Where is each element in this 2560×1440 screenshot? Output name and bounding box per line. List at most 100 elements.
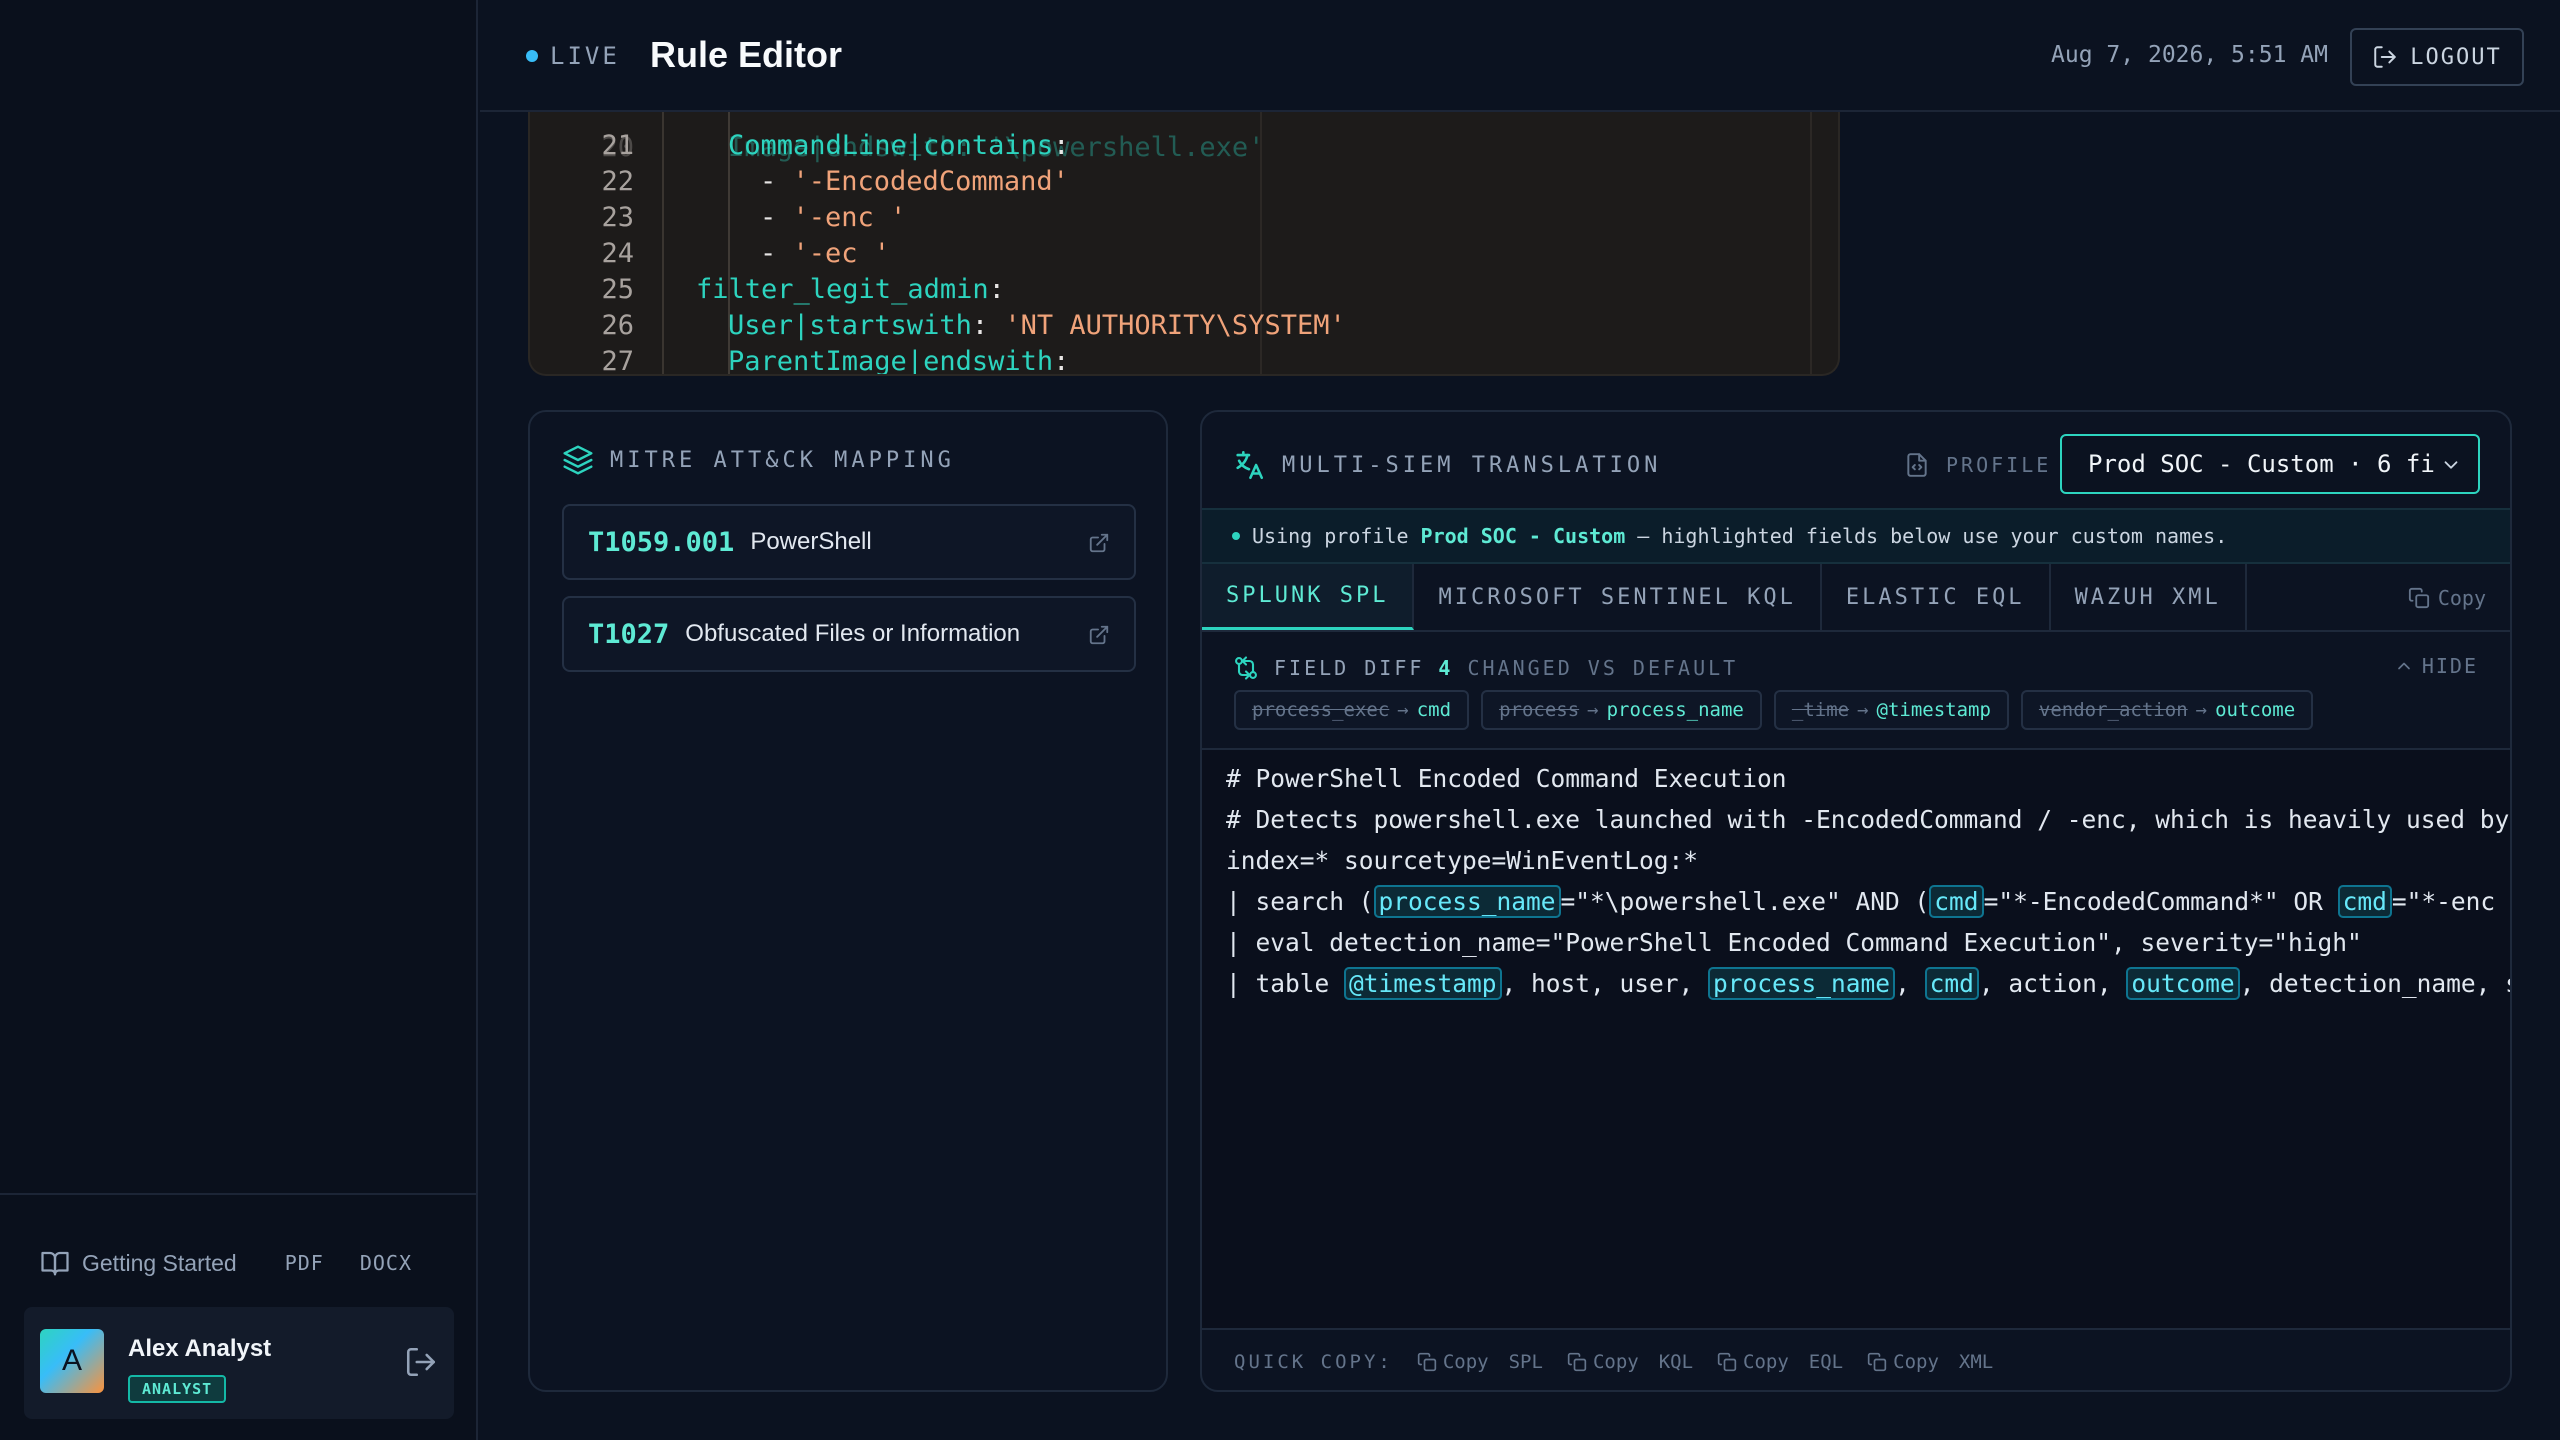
field-diff-chips: process_exec → cmd process → process_name _tim… (1234, 690, 2314, 730)
pdf-link[interactable]: PDF (285, 1251, 324, 1275)
copy-label: Copy (2437, 586, 2486, 610)
quick-copy-button[interactable]: Copy (1867, 1351, 1939, 1373)
quick-copy-format: KQL (1658, 1351, 1694, 1373)
chip-default-field: _time (1791, 699, 1850, 721)
logout-icon[interactable] (404, 1345, 438, 1379)
copy-icon (1717, 1352, 1737, 1372)
code-line: 24 - '-ec ' (530, 236, 1838, 272)
query-text: ="*\powershell.exe" AND ( (1560, 887, 1930, 916)
siem-header: MULTI-SIEM TRANSLATION (1232, 448, 1661, 482)
docx-link[interactable]: DOCX (360, 1251, 412, 1275)
line-number: 25 (601, 274, 634, 305)
code-line: 21 CommandLine|contains: (530, 128, 1838, 164)
code-text: User|startswith: 'NT AUTHORITY\SYSTEM' (728, 310, 1346, 341)
code-line: 23 - '-enc ' (530, 200, 1838, 236)
query-text: | eval detection_name="PowerShell Encode… (1226, 928, 2362, 957)
query-text: , host, user, (1501, 969, 1709, 998)
translate-icon (1232, 448, 1266, 482)
chip-default-field: process (1499, 699, 1580, 721)
tab-sentinel-kql[interactable]: MICROSOFT SENTINEL KQL (1414, 564, 1822, 630)
logout-button[interactable]: LOGOUT (2350, 28, 2524, 86)
chip-custom-field: outcome (2215, 699, 2296, 721)
diff-icon (1232, 654, 1260, 682)
mitre-panel: MITRE ATT&CK MAPPING T1059.001 PowerShel… (528, 410, 1168, 1392)
query-line: | table @timestamp, host, user, process_… (1226, 963, 2510, 1004)
chip-default-field: vendor_action (2038, 699, 2188, 721)
field-diff-chip: _time → @timestamp (1773, 690, 2009, 730)
code-editor[interactable]: 20 Image|endswith: '\powershell.exe' 21 Co… (528, 112, 1840, 376)
line-number: 26 (601, 310, 634, 341)
profile-select[interactable]: Prod SOC - Custom · 6 fi (2060, 434, 2480, 494)
sidebar: Getting Started PDF DOCX A Alex Analyst … (0, 0, 478, 1440)
highlighted-field: outcome (2126, 967, 2240, 1000)
quick-copy-label: Copy (1743, 1351, 1789, 1373)
query-line: index=* sourcetype=WinEventLog:* (1226, 840, 1698, 881)
code-text: - '-ec ' (760, 238, 891, 269)
getting-started-link[interactable]: Getting Started (40, 1248, 237, 1278)
query-text: ="*-EncodedCommand*" OR (1983, 887, 2338, 916)
copy-icon (1417, 1352, 1437, 1372)
book-icon (40, 1248, 70, 1278)
external-link-icon[interactable] (1088, 624, 1110, 646)
quick-copy-label: Copy (1592, 1351, 1639, 1373)
avatar: A (40, 1329, 104, 1393)
file-code-icon (1904, 452, 1930, 478)
chip-custom-field: process_name (1606, 699, 1744, 721)
quick-copy-format: SPL (1508, 1351, 1543, 1373)
copy-icon (1567, 1352, 1587, 1372)
query-line: # Detects powershell.exe launched with -… (1226, 799, 2510, 840)
sidebar-footer: Getting Started PDF DOCX A Alex Analyst … (0, 1193, 476, 1440)
technique-card[interactable]: T1059.001 PowerShell (562, 504, 1136, 580)
code-line: 25 filter_legit_admin: (530, 272, 1838, 308)
chip-default-field: process_exec (1252, 699, 1390, 721)
line-number: 24 (601, 238, 634, 269)
footer-links: Getting Started PDF DOCX (40, 1243, 412, 1283)
code-text: - '-EncodedCommand' (760, 166, 1069, 197)
line-number: 27 (601, 346, 634, 376)
highlighted-field: cmd (1924, 967, 1979, 1000)
profile-notice: Using profile Prod SOC - Custom — highli… (1202, 508, 2510, 564)
query-line: | search (process_name ="*\powershell.exe… (1226, 881, 2510, 922)
technique-id: T1027 (588, 618, 670, 650)
layers-icon (562, 444, 594, 476)
notice-profile: Prod SOC - Custom (1420, 524, 1626, 548)
copy-icon (1867, 1352, 1887, 1372)
field-diff-label: FIELD DIFF (1274, 656, 1425, 680)
timestamp: Aug 7, 2026, 5:51 AM (2051, 42, 2328, 68)
chip-custom-field: @timestamp (1876, 699, 1991, 721)
tab-wazuh-xml[interactable]: WAZUH XML (2051, 564, 2247, 630)
technique-card[interactable]: T1027 Obfuscated Files or Information (562, 596, 1136, 672)
arrow-right-icon: → (1857, 699, 1869, 721)
quick-copy-label: Copy (1893, 1351, 1939, 1373)
chip-custom-field: cmd (1416, 699, 1452, 721)
quick-copy-button[interactable]: Copy (1417, 1351, 1489, 1373)
role-badge: ANALYST (128, 1375, 227, 1403)
code-text: ParentImage|endswith: (728, 346, 1070, 376)
mitre-header: MITRE ATT&CK MAPPING (562, 444, 955, 476)
quick-copy-button[interactable]: Copy (1567, 1351, 1639, 1373)
query-text: ="*-enc * (2391, 887, 2510, 916)
query-text: | search ( (1226, 887, 1374, 916)
highlighted-field: cmd (1929, 885, 1984, 918)
highlighted-field: process_name (1708, 967, 1896, 1000)
external-link-icon[interactable] (1088, 532, 1110, 554)
live-dot (526, 50, 538, 62)
chevron-up-icon (2394, 656, 2414, 676)
notice-dot (1232, 532, 1240, 540)
tab-splunk-spl[interactable]: SPLUNK SPL (1202, 564, 1415, 630)
query-line: | eval detection_name="PowerShell Encode… (1226, 922, 2362, 963)
field-diff-chip: process → process_name (1481, 690, 1762, 730)
quick-copy-button[interactable]: Copy (1717, 1351, 1789, 1373)
query-output[interactable]: # PowerShell Encoded Command Execution # … (1202, 750, 2510, 1328)
highlighted-field: cmd (2337, 885, 2392, 918)
notice-suffix: — highlighted fields below use your cust… (1637, 524, 2228, 548)
tab-elastic-eql[interactable]: ELASTIC EQL (1822, 564, 2051, 630)
field-diff-subtitle: CHANGED VS DEFAULT (1467, 656, 1739, 680)
siem-title: MULTI-SIEM TRANSLATION (1282, 452, 1662, 478)
copy-button[interactable]: Copy (2408, 586, 2486, 610)
hide-diff-button[interactable]: HIDE (2394, 654, 2478, 678)
arrow-right-icon: → (2195, 699, 2208, 721)
logout-icon (2372, 44, 2398, 70)
logout-label: LOGOUT (2410, 44, 2502, 70)
query-text: index=* sourcetype=WinEventLog:* (1226, 846, 1699, 875)
